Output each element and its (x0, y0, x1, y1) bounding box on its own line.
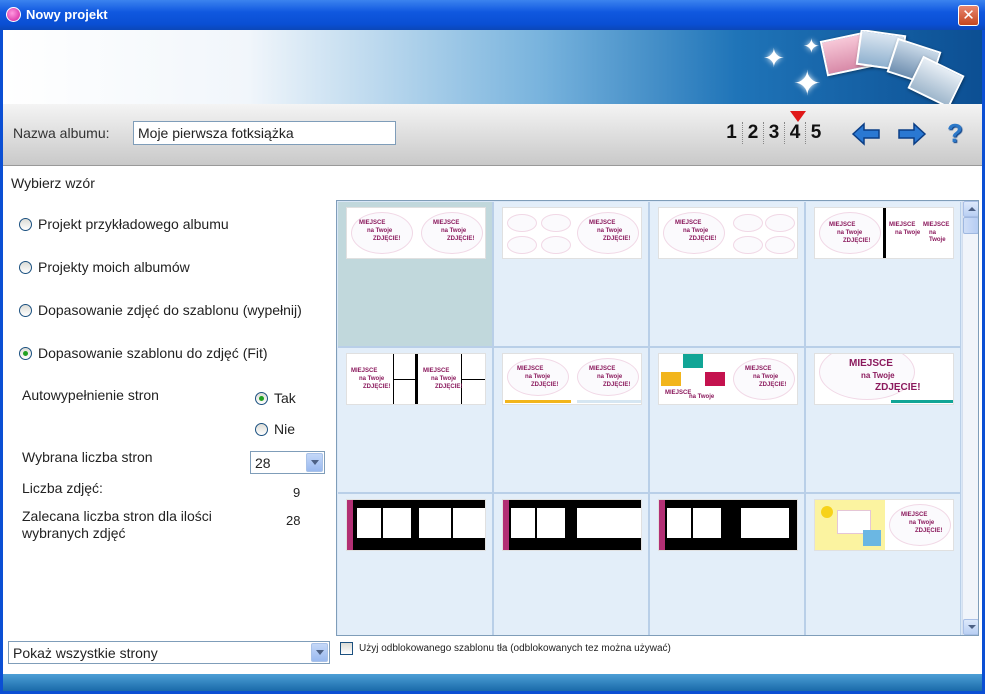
template-cell[interactable]: MIEJSCE na Twoje ZDJĘCIE! MIEJSCE na Two… (338, 202, 492, 346)
autofill-no-option[interactable]: Nie (255, 421, 295, 437)
template-cell[interactable]: MIEJSCE na Twoje ZDJĘCIE! (650, 202, 804, 346)
show-pages-select[interactable]: Pokaż wszystkie strony (8, 641, 330, 664)
template-cell[interactable]: MIEJSCE na Twoje ZDJĘCIE! (806, 348, 960, 492)
title-bar: Nowy projekt ✕ (0, 0, 985, 30)
scroll-thumb[interactable] (963, 217, 978, 234)
main-panel: Wybierz wzór Projekt przykładowego album… (3, 166, 982, 674)
template-cell[interactable] (494, 494, 648, 635)
pages-value: 28 (255, 455, 271, 471)
recommended-pages-value: 28 (286, 513, 301, 528)
app-icon (6, 7, 21, 22)
option-label: Projekty moich albumów (38, 259, 190, 275)
template-thumbnail: MIEJSCE na Twoje ZDJĘCIE! MIEJSCE na Two… (346, 353, 486, 405)
chevron-down-icon[interactable] (306, 453, 323, 472)
template-thumbnail: MIEJSCE na Twoje ZDJĘCIE! MIEJSCE na Two… (502, 353, 642, 405)
sparkle-icon: ✦ (763, 44, 785, 74)
template-thumbnail: MIEJSCE na Twoje ZDJĘCIE! (658, 207, 798, 259)
option-my-albums[interactable]: Projekty moich albumów (19, 259, 190, 275)
option-sample-album[interactable]: Projekt przykładowego albumu (19, 216, 229, 232)
section-title: Wybierz wzór (11, 175, 95, 191)
template-grid: MIEJSCE na Twoje ZDJĘCIE! MIEJSCE na Two… (336, 200, 979, 636)
template-thumbnail: MIEJSCE na Twoje ZDJĘCIE! (814, 353, 954, 405)
recommended-pages-label: Zalecana liczba stron dla ilości wybrany… (22, 508, 212, 541)
unlock-template-option[interactable]: Użyj odblokowanego szablonu tła (odbloko… (340, 642, 671, 655)
template-cell[interactable]: MIEJSCE na Twoje ZDJĘCIE! MIEJSCE na Two… (338, 348, 492, 492)
step-indicator: 12345 (721, 122, 826, 148)
template-cell[interactable]: MIEJSCE na Twoje MIEJSCE na Twoje ZDJĘCI… (650, 348, 804, 492)
option-label: Dopasowanie zdjęć do szablonu (wypełnij) (38, 302, 302, 318)
sparkle-icon: ✦ (793, 64, 822, 104)
scroll-down-icon[interactable] (963, 619, 978, 635)
album-name-input[interactable]: Moje pierwsza fotksiążka (133, 121, 396, 145)
photos-count-label: Liczba zdjęć: (22, 480, 103, 496)
template-thumbnail: MIEJSCE na Twoje ZDJĘCIE! MIEJSCE na Two… (346, 207, 486, 259)
pages-select[interactable]: 28 (250, 451, 325, 474)
window-title: Nowy projekt (26, 7, 108, 22)
step-5[interactable]: 5 (805, 122, 826, 144)
template-thumbnail: MIEJSCE na Twoje ZDJĘCIE! (814, 499, 954, 551)
chevron-down-icon[interactable] (311, 643, 328, 662)
template-cell[interactable]: MIEJSCE na Twoje ZDJĘCIE! MIEJSCE na Two… (494, 348, 648, 492)
option-label: Dopasowanie szablonu do zdjęć (Fit) (38, 345, 268, 361)
show-pages-value: Pokaż wszystkie strony (13, 645, 158, 661)
autofill-yes-option[interactable]: Tak (255, 390, 296, 406)
scroll-up-icon[interactable] (963, 201, 978, 217)
template-cell[interactable] (650, 494, 804, 635)
template-cell[interactable] (338, 494, 492, 635)
close-button[interactable]: ✕ (958, 5, 979, 26)
step-4[interactable]: 4 (784, 122, 805, 144)
album-toolbar: Nazwa albumu: Moje pierwsza fotksiążka 1… (3, 104, 982, 166)
header-banner: ✦ ✦ ✦ (3, 30, 982, 104)
template-cell[interactable]: MIEJSCE na Twoje ZDJĘCIE! MIEJSCE MIEJSC… (806, 202, 960, 346)
photos-count-value: 9 (293, 485, 301, 500)
autofill-yes-label: Tak (274, 390, 296, 406)
window-frame (0, 30, 3, 694)
template-cell[interactable]: MIEJSCE na Twoje ZDJĘCIE! (494, 202, 648, 346)
unlock-template-label: Użyj odblokowanego szablonu tła (odbloko… (359, 643, 671, 654)
album-name-label: Nazwa albumu: (13, 125, 110, 141)
template-thumbnail: MIEJSCE na Twoje ZDJĘCIE! (502, 207, 642, 259)
autofill-no-label: Nie (274, 421, 296, 437)
forward-arrow-icon[interactable] (897, 120, 927, 148)
current-step-marker-icon (790, 111, 806, 122)
pages-label: Wybrana liczba stron (22, 449, 153, 465)
help-icon[interactable]: ? (947, 118, 963, 149)
template-thumbnail: MIEJSCE na Twoje MIEJSCE na Twoje ZDJĘCI… (658, 353, 798, 405)
template-thumbnail: MIEJSCE na Twoje ZDJĘCIE! MIEJSCE MIEJSC… (814, 207, 954, 259)
step-1[interactable]: 1 (721, 122, 742, 144)
template-cell[interactable]: MIEJSCE na Twoje ZDJĘCIE! (806, 494, 960, 635)
option-label: Projekt przykładowego albumu (38, 216, 229, 232)
option-fill-template[interactable]: Dopasowanie zdjęć do szablonu (wypełnij) (19, 302, 302, 318)
sparkle-icon: ✦ (803, 34, 820, 58)
radio-icon[interactable] (255, 422, 268, 436)
radio-icon[interactable] (19, 217, 32, 231)
bottom-decoration-bar (3, 674, 982, 691)
vertical-scrollbar[interactable] (962, 201, 978, 635)
radio-icon[interactable] (255, 391, 268, 405)
radio-icon[interactable] (19, 346, 32, 360)
option-fit-template[interactable]: Dopasowanie szablonu do zdjęć (Fit) (19, 345, 268, 361)
template-thumbnail (502, 499, 642, 551)
radio-icon[interactable] (19, 303, 32, 317)
template-thumbnail (658, 499, 798, 551)
back-arrow-icon[interactable] (851, 120, 881, 148)
step-3[interactable]: 3 (763, 122, 784, 144)
step-2[interactable]: 2 (742, 122, 763, 144)
autofill-label: Autowypełnienie stron (22, 387, 159, 403)
template-thumbnail (346, 499, 486, 551)
checkbox-icon[interactable] (340, 642, 353, 655)
radio-icon[interactable] (19, 260, 32, 274)
